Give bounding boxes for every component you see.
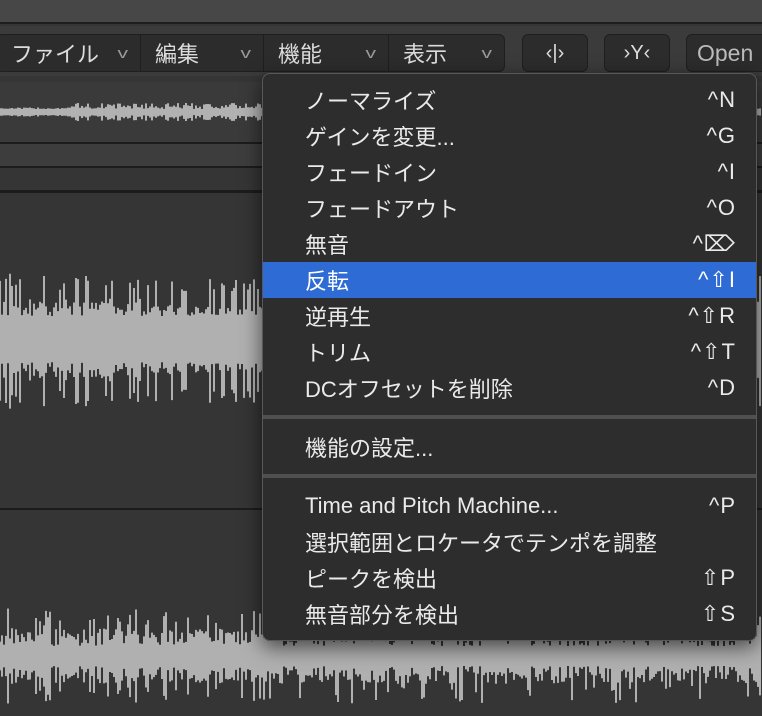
- menu-item[interactable]: フェードアウト ^O: [263, 190, 756, 226]
- functions-menu-label: 機能: [278, 42, 323, 67]
- catch-button[interactable]: ›Y‹: [604, 34, 670, 72]
- menu-item-shortcut: ^D: [707, 375, 736, 400]
- menu-item[interactable]: ゲインを変更... ^G: [263, 118, 756, 154]
- chevron-down-icon: v: [365, 44, 376, 62]
- menu-item-shortcut: ^P: [709, 493, 736, 518]
- title-bar: [0, 0, 762, 24]
- chevron-down-icon: v: [481, 44, 492, 62]
- menu-item-label: 選択範囲とロケータでテンポを調整: [305, 531, 658, 556]
- menu-item-label: DCオフセットを削除: [305, 377, 513, 402]
- chevron-down-icon: v: [117, 44, 128, 62]
- menu-item-label: トリム: [305, 341, 372, 366]
- menu-item[interactable]: 選択範囲とロケータでテンポを調整: [263, 524, 756, 560]
- menu-item-label: 無音: [305, 233, 350, 258]
- menu-item-shortcut: ^⇧I: [698, 267, 736, 292]
- view-menu-button[interactable]: 表示 v: [389, 35, 504, 71]
- menu-separator: [263, 415, 756, 419]
- menu-item-shortcut: ^N: [707, 87, 736, 112]
- menu-item-label: 反転: [305, 269, 350, 294]
- menu-item[interactable]: ピークを検出 ⇧P: [263, 560, 756, 596]
- open-button[interactable]: Open: [686, 34, 762, 72]
- menu-item-label: フェードイン: [305, 161, 438, 186]
- file-menu-button[interactable]: ファイル v: [0, 35, 141, 71]
- edit-menu-button[interactable]: 編集 v: [141, 35, 264, 71]
- chevron-down-icon: v: [240, 44, 251, 62]
- menu-item[interactable]: Time and Pitch Machine... ^P: [263, 488, 756, 524]
- menu-item[interactable]: DCオフセットを削除 ^D: [263, 370, 756, 406]
- menu-item-shortcut: ^I: [717, 159, 736, 184]
- menu-item[interactable]: 反転 ^⇧I: [263, 262, 756, 298]
- functions-menu-button[interactable]: 機能 v: [264, 35, 389, 71]
- snap-icon: ‹|›: [545, 41, 565, 64]
- menu-separator: [263, 474, 756, 478]
- menu-item-label: Time and Pitch Machine...: [305, 493, 559, 518]
- view-menu-label: 表示: [403, 42, 448, 67]
- file-menu-label: ファイル: [11, 42, 100, 67]
- menu-item-shortcut: ⇧S: [700, 601, 736, 626]
- menu-item[interactable]: フェードイン ^I: [263, 154, 756, 190]
- menu-item[interactable]: トリム ^⇧T: [263, 334, 756, 370]
- menu-item-label: 無音部分を検出: [305, 603, 460, 628]
- menu-item-label: ピークを検出: [305, 567, 438, 592]
- menu-item[interactable]: ノーマライズ ^N: [263, 82, 756, 118]
- menu-item[interactable]: 無音部分を検出 ⇧S: [263, 596, 756, 632]
- menu-item-shortcut: ⇧P: [700, 565, 736, 590]
- menu-item[interactable]: 機能の設定...: [263, 429, 756, 465]
- toolbar: ファイル v 編集 v 機能 v 表示 v ‹|› ›Y‹ Open: [0, 26, 762, 76]
- menu-item[interactable]: 逆再生 ^⇧R: [263, 298, 756, 334]
- menu-item-label: 逆再生: [305, 305, 372, 330]
- menu-item-label: 機能の設定...: [305, 436, 434, 461]
- menu-item-shortcut: ^O: [706, 195, 736, 220]
- menu-item-label: ノーマライズ: [305, 89, 437, 114]
- menu-item-shortcut: ^⇧T: [690, 339, 736, 364]
- menu-item-shortcut: ^G: [706, 123, 736, 148]
- catch-icon: ›Y‹: [623, 41, 651, 64]
- menu-item-shortcut: ^⌦: [692, 231, 736, 256]
- functions-dropdown-menu: ノーマライズ ^N ゲインを変更... ^G フェードイン ^I フェードアウト ^O 無音 ^⌦…: [262, 73, 757, 641]
- menu-item[interactable]: 無音 ^⌦: [263, 226, 756, 262]
- menu-item-shortcut: ^⇧R: [688, 303, 736, 328]
- menu-item-label: フェードアウト: [305, 197, 460, 222]
- snap-button[interactable]: ‹|›: [522, 34, 588, 72]
- menu-item-label: ゲインを変更...: [305, 125, 455, 150]
- edit-menu-label: 編集: [155, 42, 200, 67]
- menu-segment: ファイル v 編集 v 機能 v 表示 v: [0, 34, 505, 72]
- open-label: Open: [697, 39, 754, 66]
